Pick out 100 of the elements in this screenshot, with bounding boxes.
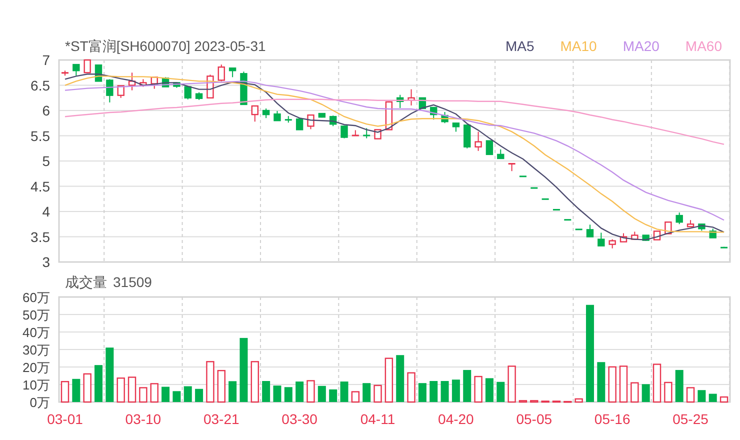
candlestick — [452, 122, 460, 132]
candlestick — [631, 231, 638, 240]
candlestick — [686, 220, 694, 228]
volume-bar — [228, 381, 237, 402]
candlestick — [184, 86, 192, 100]
chart-title: *ST富润[SH600070] 2023-05-31 — [65, 37, 266, 56]
candlestick — [474, 131, 482, 152]
candlestick — [72, 64, 80, 76]
axis-label: 7 — [42, 52, 50, 68]
candlestick — [318, 112, 326, 118]
candlestick — [486, 140, 494, 156]
axis-label: 60万 — [22, 290, 50, 305]
volume-bar — [162, 386, 170, 402]
candlestick — [84, 59, 91, 74]
axis-label: 50万 — [22, 308, 50, 322]
volume-bar — [83, 373, 92, 403]
volume-bar — [172, 391, 181, 402]
date-label: 03-30 — [282, 411, 318, 427]
axis-label: 3.5 — [30, 228, 50, 245]
volume-bar — [698, 390, 706, 402]
volume-bar — [384, 358, 394, 403]
volume-bar — [720, 396, 728, 403]
axis-label: 3 — [42, 254, 50, 270]
candlestick — [262, 108, 270, 119]
candlestick — [228, 67, 236, 78]
volume-bar — [430, 381, 438, 402]
candlestick — [620, 232, 628, 242]
candlestick — [195, 92, 203, 100]
volume-bar — [675, 370, 684, 402]
volume-bar — [128, 376, 136, 403]
legend-label: MA10 — [560, 37, 597, 56]
candlestick — [676, 212, 683, 225]
candlestick — [251, 105, 258, 122]
date-label: 05-16 — [594, 411, 630, 427]
candlestick — [218, 64, 225, 82]
candlestick — [464, 124, 471, 149]
volume-bar — [608, 366, 616, 403]
volume-bar — [94, 365, 102, 402]
volume-bar — [564, 400, 572, 403]
date-label: 05-25 — [672, 411, 708, 427]
volume-bar — [485, 378, 494, 402]
candlestick — [720, 246, 728, 248]
volume-bar — [184, 386, 192, 402]
axis-label: 4 — [42, 204, 50, 220]
candlestick — [519, 176, 526, 178]
volume-bar — [362, 383, 371, 402]
candlestick — [329, 115, 337, 127]
volume-bar — [664, 382, 672, 403]
candlestick — [396, 94, 404, 108]
candlestick — [106, 78, 114, 103]
axis-label: 4.5 — [30, 178, 50, 194]
volume-bar — [306, 380, 315, 403]
volume-label: 成交量 — [65, 273, 107, 292]
candlestick — [150, 76, 158, 90]
volume-bar — [240, 338, 248, 402]
volume-bar — [340, 382, 348, 402]
volume-bar — [217, 370, 226, 403]
candlestick — [586, 224, 594, 238]
legend-label: MA60 — [685, 37, 722, 56]
candlestick — [508, 162, 516, 172]
volume-bar — [106, 348, 114, 402]
axis-label: 0万 — [30, 395, 50, 410]
volume-bar — [139, 387, 148, 403]
axis-label: 5.5 — [30, 128, 50, 144]
volume-bar — [530, 400, 538, 403]
date-label: 03-10 — [125, 411, 162, 427]
volume-bar — [474, 376, 482, 403]
candlestick — [340, 125, 348, 139]
axis-label: 30万 — [22, 342, 50, 358]
candlestick — [352, 130, 359, 136]
axis-label: 5 — [42, 153, 50, 169]
candlestick — [441, 112, 448, 124]
candlestick — [642, 234, 650, 242]
volume-bar — [508, 366, 516, 403]
volume-bar — [318, 386, 326, 402]
date-label: 05-05 — [516, 411, 552, 427]
candlestick — [385, 100, 393, 130]
volume-bar — [150, 383, 158, 403]
volume-bar — [597, 362, 606, 402]
candlestick — [307, 114, 314, 130]
candlestick — [497, 148, 504, 160]
date-label: 03-21 — [203, 411, 240, 427]
volume-bar — [496, 382, 505, 402]
date-label: 04-20 — [438, 411, 474, 427]
candlestick — [363, 128, 370, 139]
candlestick — [698, 223, 706, 232]
volume-bar — [116, 378, 125, 403]
candlestick — [62, 70, 68, 76]
volume-bar — [60, 381, 70, 403]
candlestick — [128, 72, 136, 91]
axis-label: 6 — [42, 102, 50, 118]
volume-bar — [630, 382, 639, 403]
volume-bar — [262, 381, 270, 402]
candlestick — [408, 88, 415, 106]
candlestick — [709, 228, 716, 238]
candlestick — [653, 230, 661, 240]
volume-bar — [574, 398, 583, 403]
volume-bar — [296, 382, 304, 402]
volume-bar — [619, 366, 628, 403]
volume-bar — [463, 370, 472, 402]
